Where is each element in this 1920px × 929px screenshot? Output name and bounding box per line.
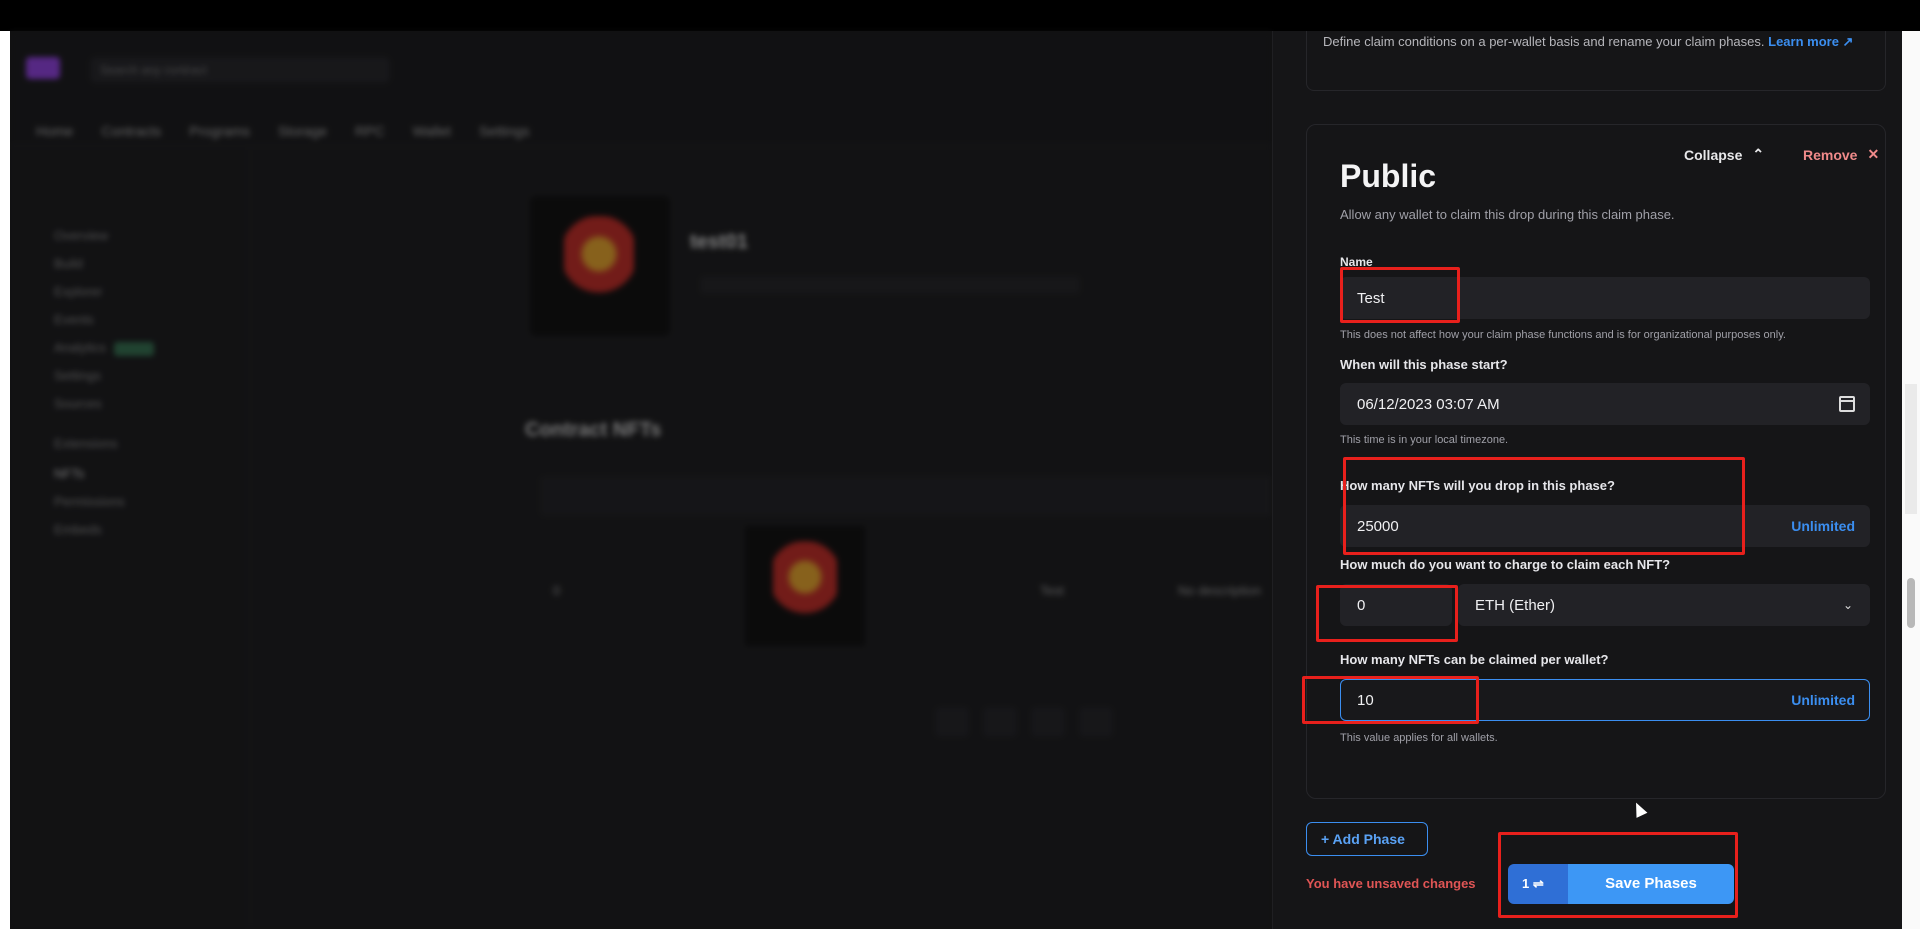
dashboard-header: Search any contract Home Contracts Progr… (10, 31, 1272, 146)
highlight-box-name (1340, 267, 1460, 323)
scrollbar-region (1905, 384, 1917, 514)
nav-item-rpc[interactable]: RPC (355, 123, 385, 139)
sidebar-item-events[interactable]: Events (54, 312, 94, 327)
start-label: When will this phase start? (1340, 357, 1508, 372)
name-hint: This does not affect how your claim phas… (1340, 329, 1786, 341)
browser-top-bar (0, 0, 1920, 31)
highlight-box-save (1498, 832, 1738, 918)
table-cell-name: Test (1040, 583, 1064, 598)
nav-item-settings[interactable]: Settings (479, 123, 530, 139)
sidebar-item-overview[interactable]: Overview (54, 228, 108, 243)
pager-prev[interactable] (983, 707, 1017, 737)
app-logo (26, 57, 60, 79)
unsaved-changes-text: You have unsaved changes (1306, 876, 1476, 891)
contract-meta (700, 276, 1080, 294)
intro-text: Define claim conditions on a per-wallet … (1323, 31, 1878, 53)
remove-label: Remove (1803, 146, 1858, 163)
contract-title: test01 (690, 231, 748, 253)
close-icon: ✕ (1867, 146, 1880, 162)
currency-select[interactable]: ETH (Ether) ⌄ (1458, 584, 1870, 626)
highlight-box-price (1316, 585, 1458, 642)
pager-first[interactable] (935, 707, 969, 737)
start-value: 06/12/2023 03:07 AM (1357, 396, 1500, 413)
sidebar-item-explorer[interactable]: Explorer (54, 284, 102, 299)
top-nav: Home Contracts Programs Storage RPC Wall… (36, 123, 530, 139)
per-wallet-hint: This value applies for all wallets. (1340, 732, 1498, 744)
window-left-edge (0, 31, 10, 929)
start-datetime-input[interactable]: 06/12/2023 03:07 AM (1340, 383, 1870, 425)
nav-item-wallet[interactable]: Wallet (413, 123, 451, 139)
highlight-box-supply (1343, 457, 1745, 555)
per-wallet-unlimited-button[interactable]: Unlimited (1791, 692, 1855, 708)
intro-description: Define claim conditions on a per-wallet … (1323, 34, 1765, 49)
sidebar-item-settings[interactable]: Settings (54, 368, 101, 383)
add-phase-button[interactable]: + Add Phase (1306, 822, 1428, 856)
sidebar-item-build[interactable]: Build (54, 256, 83, 271)
nft-thumbnail[interactable] (745, 526, 865, 646)
chevron-down-icon: ⌄ (1842, 598, 1853, 612)
contract-image (530, 196, 670, 336)
section-title: Contract NFTs (525, 419, 662, 441)
nav-item-contracts[interactable]: Contracts (101, 123, 161, 139)
sidebar-item-extensions[interactable]: Extensions (54, 436, 118, 451)
table-cell-id: 0 (553, 583, 561, 598)
start-hint: This time is in your local timezone. (1340, 434, 1509, 446)
calendar-icon[interactable] (1839, 396, 1855, 412)
sidebar-item-nfts[interactable]: NFTs (54, 466, 84, 481)
table-header (540, 476, 1272, 516)
scrollbar-thumb[interactable] (1907, 578, 1915, 628)
per-wallet-label: How many NFTs can be claimed per wallet? (1340, 652, 1609, 667)
sidebar-item-permissions[interactable]: Permissions (54, 494, 125, 509)
nav-item-storage[interactable]: Storage (278, 123, 327, 139)
phase-description: Allow any wallet to claim this drop duri… (1340, 207, 1675, 222)
collapse-button[interactable]: Collapse ⌃ (1684, 146, 1764, 163)
sidebar-item-analytics[interactable]: Analytics (54, 340, 154, 356)
supply-unlimited-button[interactable]: Unlimited (1791, 518, 1855, 534)
chevron-up-icon: ⌃ (1752, 146, 1765, 162)
remove-button[interactable]: Remove ✕ (1803, 146, 1879, 163)
nav-item-programs[interactable]: Programs (189, 123, 250, 139)
currency-value: ETH (Ether) (1475, 597, 1556, 614)
table-cell-description: No description (1178, 583, 1262, 598)
sidebar-item-embeds[interactable]: Embeds (54, 522, 102, 537)
dashboard-sidebar: Overview Build Explorer Events Analytics… (10, 146, 250, 929)
phase-title: Public (1340, 158, 1437, 194)
blurred-dashboard: Search any contract Home Contracts Progr… (10, 31, 1272, 929)
pager-last[interactable] (1079, 707, 1113, 737)
nav-item-home[interactable]: Home (36, 123, 73, 139)
collapse-label: Collapse (1684, 146, 1743, 163)
learn-more-link[interactable]: Learn more ↗ (1768, 34, 1853, 49)
highlight-box-per-wallet (1302, 676, 1479, 724)
pagination (935, 707, 1113, 737)
price-label: How much do you want to charge to claim … (1340, 557, 1671, 572)
sidebar-item-sources[interactable]: Sources (54, 396, 102, 411)
search-input[interactable]: Search any contract (90, 57, 390, 83)
pager-next[interactable] (1031, 707, 1065, 737)
